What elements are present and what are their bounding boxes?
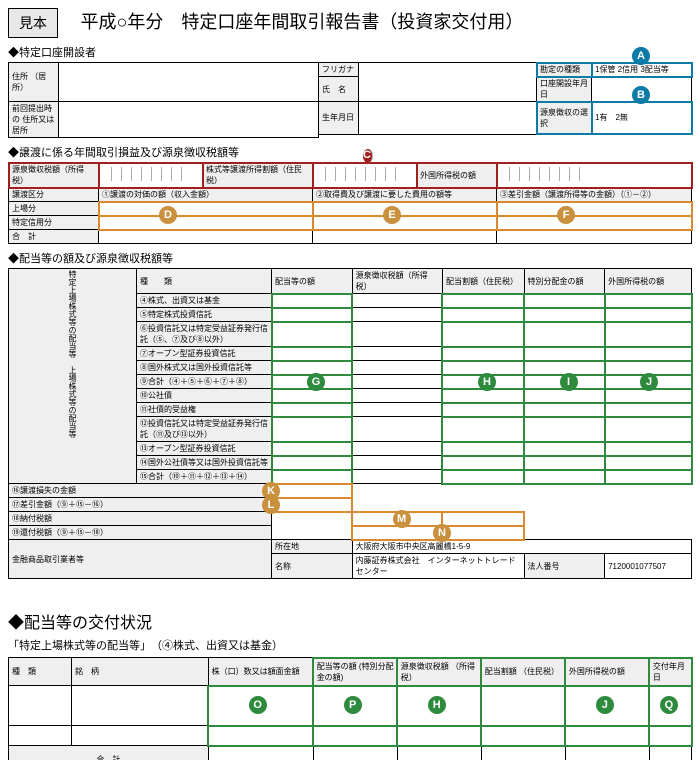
callout-c: C xyxy=(363,149,373,163)
hdr-kind2: 種 類 xyxy=(9,658,72,686)
hdr-name2: 銘 柄 xyxy=(72,658,209,686)
callout-n: N xyxy=(433,524,451,542)
sample-badge: 見本 xyxy=(8,8,58,38)
hdr-c1: 配当等の額 xyxy=(272,269,353,294)
div-row: ⑦オープン型証券投資信託 xyxy=(137,347,272,361)
callout-j2: J xyxy=(596,696,614,714)
hdr-c2b: 源泉徴収税額 （所得税） xyxy=(397,658,481,686)
furigana-label: フリガナ xyxy=(319,63,359,77)
callout-g: G xyxy=(307,373,325,391)
div-row: ⑬オープン型証券投資信託 xyxy=(137,442,272,456)
loss-row: ⑯譲渡損失の金額 xyxy=(9,484,272,498)
dealer-name-label: 名称 xyxy=(272,554,353,579)
hdr-c1b: 配当等の額 (特別分配金の額) xyxy=(313,658,397,686)
div-row: ⑤特定株式投資信託 xyxy=(137,308,272,322)
callout-q: Q xyxy=(660,696,678,714)
section1-label: ◆特定口座開設者 xyxy=(8,44,692,60)
vert-label-sec: 特定上場株式等の配当等 上場株式等の配当等 xyxy=(9,269,137,484)
col-resident: 株式等譲渡所得割額（住民税） xyxy=(203,163,313,188)
div-row: ⑨合計（④＋⑤＋⑥＋⑦＋⑧） xyxy=(137,375,272,389)
callout-a: A xyxy=(632,47,650,65)
row-listed: 上場分 xyxy=(9,202,99,216)
callout-h2: H xyxy=(428,696,446,714)
diff-row: ⑰差引金額（⑨＋⑮－⑯） xyxy=(9,498,272,512)
refund-row: ⑲還付税額（⑨＋⑮－⑱） xyxy=(9,526,272,540)
dividend-table: 特定上場株式等の配当等 上場株式等の配当等 種 類 配当等の額 源泉徴収税額（所… xyxy=(8,268,692,579)
sub2-label: ②取得費及び譲渡に要した費用の額等 xyxy=(313,188,497,202)
callout-f: F xyxy=(557,206,575,224)
callout-h: H xyxy=(478,373,496,391)
div-row: ⑪社債的受益権 xyxy=(137,403,272,417)
div-row: ⑮合計（⑩＋⑪＋⑫＋⑬＋⑭） xyxy=(137,470,272,484)
document-title: 平成○年分 特定口座年間取引報告書（投資家交付用） xyxy=(81,8,524,34)
hdr-c4b: 外国所得税の額 xyxy=(565,658,649,686)
prev-address-label: 前回提出時の 住所又は居所 xyxy=(9,102,59,138)
callout-i: I xyxy=(560,373,578,391)
dealer-addr-label: 所在地 xyxy=(272,540,353,554)
transfer-category-label: 譲渡区分 xyxy=(9,188,99,202)
section4-title: ◆配当等の交付状況 xyxy=(8,609,692,633)
paid-row: ⑱納付税額 xyxy=(9,512,272,526)
section4-sub: 「特定上場株式等の配当等」 （④株式、出資又は基金） xyxy=(8,637,692,653)
col-withholding: 源泉徴収税額（所得税） xyxy=(9,163,99,188)
callout-b: B xyxy=(632,86,650,104)
div-row: ⑭国外公社債等又は国外投資信託等 xyxy=(137,456,272,470)
payment-status-table: 種 類 銘 柄 株（口）数又は額面金額 配当等の額 (特別分配金の額) 源泉徴収… xyxy=(8,657,692,760)
section2-label: ◆譲渡に係る年間取引損益及び源泉徴収税額等 xyxy=(8,144,692,160)
birth-label: 生年月日 xyxy=(319,102,359,135)
callout-m: M xyxy=(393,510,411,528)
dealer-name: 内藤証券株式会社 インターネットトレードセンター xyxy=(352,554,524,579)
hdr-c3: 配当割額（住民税） xyxy=(442,269,524,294)
div-row: ⑥投資信託又は特定受益証券発行信託（⑤、⑦及び⑧以外） xyxy=(137,322,272,347)
dealer-label: 金融商品取引業者等 xyxy=(9,540,272,579)
hdr-c5: 外国所得税の額 xyxy=(605,269,692,294)
corp-no: 7120001077507 xyxy=(605,554,692,579)
sub3-label: ③差引金額（譲渡所得等の金額）（①－②） xyxy=(497,188,692,202)
row-margin: 特定信用分 xyxy=(9,216,99,230)
callout-p: P xyxy=(344,696,362,714)
corp-no-label: 法人番号 xyxy=(524,554,605,579)
hdr-c4: 特別分配金の額 xyxy=(524,269,605,294)
callout-e: E xyxy=(383,206,401,224)
name-label: 氏 名 xyxy=(319,77,359,102)
account-holder-table: 住所 （居所） フリガナ 勘定の種類 1保管 2信用 3配当等 A 氏 名 口座… xyxy=(8,62,692,138)
col-foreign: 外国所得税の額 xyxy=(417,163,497,188)
hdr-c2: 源泉徴収税額（所得税） xyxy=(352,269,442,294)
div-row: ⑧国外株式又は国外投資信託等 xyxy=(137,361,272,375)
callout-l: L xyxy=(262,496,280,514)
hdr-qty2: 株（口）数又は額面金額 xyxy=(208,658,313,686)
header-row: 見本 平成○年分 特定口座年間取引報告書（投資家交付用） xyxy=(8,8,692,38)
transfer-table: 源泉徴収税額（所得税） 株式等譲渡所得割額（住民税） C 外国所得税の額 譲渡区… xyxy=(8,162,692,244)
open-date-label: 口座開設年月日 xyxy=(537,77,592,102)
hdr-c5b: 交付年月日 xyxy=(649,658,691,686)
div-row: ⑩公社債 xyxy=(137,389,272,403)
address-label: 住所 （居所） xyxy=(9,63,59,102)
row-total: 合 計 xyxy=(9,230,99,244)
total2: 合 計 xyxy=(9,746,209,760)
account-type-label: 勘定の種類 xyxy=(537,63,592,77)
div-row: ⑫投資信託又は特定受益証券発行信託（⑪及び⑬以外） xyxy=(137,417,272,442)
callout-o: O xyxy=(249,696,267,714)
callout-d: D xyxy=(159,206,177,224)
account-type-value: 1保管 2信用 3配当等 A xyxy=(592,63,692,77)
section3-label: ◆配当等の額及び源泉徴収税額等 xyxy=(8,250,692,266)
hdr-kind: 種 類 xyxy=(137,269,272,294)
div-row: ④株式、出資又は基金 xyxy=(137,294,272,308)
withholding-label: 源泉徴収の選択 xyxy=(537,102,592,135)
dealer-address: 大阪府大阪市中央区高麗橋1-5-9 xyxy=(352,540,691,554)
hdr-c3b: 配当割額 （住民税） xyxy=(481,658,565,686)
callout-j: J xyxy=(640,373,658,391)
withholding-value: 1有 2無 B xyxy=(592,102,692,135)
sub1-label: ①譲渡の対価の額（収入金額） xyxy=(99,188,313,202)
